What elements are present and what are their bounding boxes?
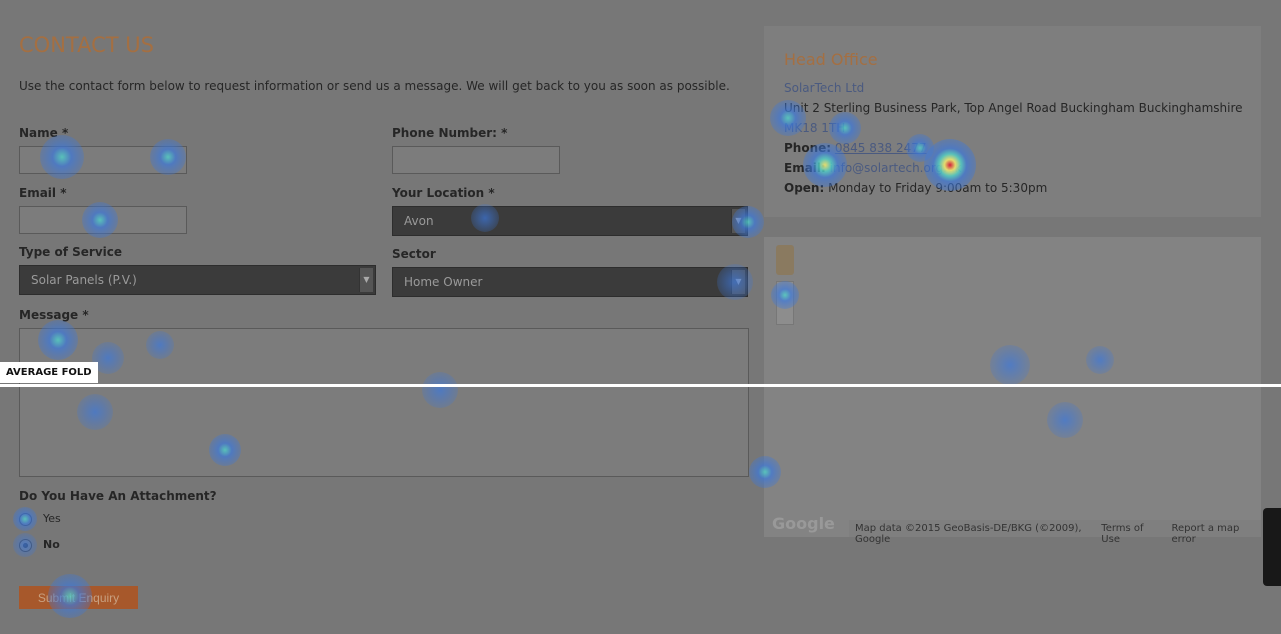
- name-label: Name *: [19, 126, 69, 140]
- page-title: CONTACT US: [19, 33, 154, 57]
- map-data-text: Map data ©2015 GeoBasis-DE/BKG (©2009), …: [855, 523, 1082, 545]
- location-value: Avon: [404, 214, 434, 228]
- sector-label: Sector: [392, 247, 436, 261]
- chevron-down-icon: ▼: [731, 270, 745, 294]
- sector-value: Home Owner: [404, 275, 483, 289]
- zoom-control[interactable]: [776, 281, 794, 325]
- company-name: SolarTech Ltd: [784, 81, 865, 95]
- intro-text: Use the contact form below to request in…: [19, 79, 730, 93]
- phone-label: Phone Number: *: [392, 126, 508, 140]
- email-input[interactable]: [19, 206, 187, 234]
- no-label: No: [43, 538, 60, 551]
- location-select[interactable]: Avon ▼: [392, 206, 748, 236]
- opening-hours: Monday to Friday 9:00am to 5:30pm: [828, 181, 1048, 195]
- sector-select[interactable]: Home Owner ▼: [392, 267, 748, 297]
- attachment-no-radio[interactable]: [19, 539, 32, 552]
- service-label: Type of Service: [19, 245, 123, 259]
- attachment-yes-radio[interactable]: [19, 513, 32, 526]
- street-view-pegman-icon[interactable]: [776, 245, 794, 275]
- message-textarea[interactable]: [19, 328, 749, 477]
- google-map[interactable]: Google Map data ©2015 GeoBasis-DE/BKG (©…: [764, 237, 1261, 545]
- office-title: Head Office: [784, 50, 878, 69]
- attachment-label: Do You Have An Attachment?: [19, 489, 217, 503]
- yes-label: Yes: [43, 512, 61, 525]
- location-label: Your Location *: [392, 186, 495, 200]
- chevron-down-icon: ▼: [359, 268, 373, 292]
- report-error-link[interactable]: Report a map error: [1172, 523, 1255, 545]
- phone-input[interactable]: [392, 146, 560, 174]
- average-fold-line: [0, 384, 1281, 387]
- phone-link[interactable]: 0845 838 2477: [835, 141, 927, 155]
- office-address: Unit 2 Sterling Business Park, Top Angel…: [784, 101, 1243, 115]
- office-postcode: MK18 1TH: [784, 121, 846, 135]
- email-label: Email *: [19, 186, 67, 200]
- name-input[interactable]: [19, 146, 187, 174]
- service-value: Solar Panels (P.V.): [31, 273, 137, 287]
- submit-enquiry-button[interactable]: Submit Enquiry: [19, 586, 138, 609]
- phone-key: Phone:: [784, 141, 832, 155]
- open-key: Open:: [784, 181, 825, 195]
- average-fold-label: AVERAGE FOLD: [0, 362, 98, 383]
- google-logo: Google: [772, 514, 835, 533]
- head-office-panel: Head Office SolarTech Ltd Unit 2 Sterlin…: [764, 26, 1261, 217]
- message-label: Message *: [19, 308, 89, 322]
- chevron-down-icon: ▼: [731, 209, 745, 233]
- terms-link[interactable]: Terms of Use: [1101, 523, 1157, 545]
- email-key: Email:: [784, 161, 826, 175]
- service-select[interactable]: Solar Panels (P.V.) ▼: [19, 265, 376, 295]
- email-link[interactable]: info@solartech.org.uk: [830, 161, 962, 175]
- feedback-tab[interactable]: [1263, 508, 1281, 586]
